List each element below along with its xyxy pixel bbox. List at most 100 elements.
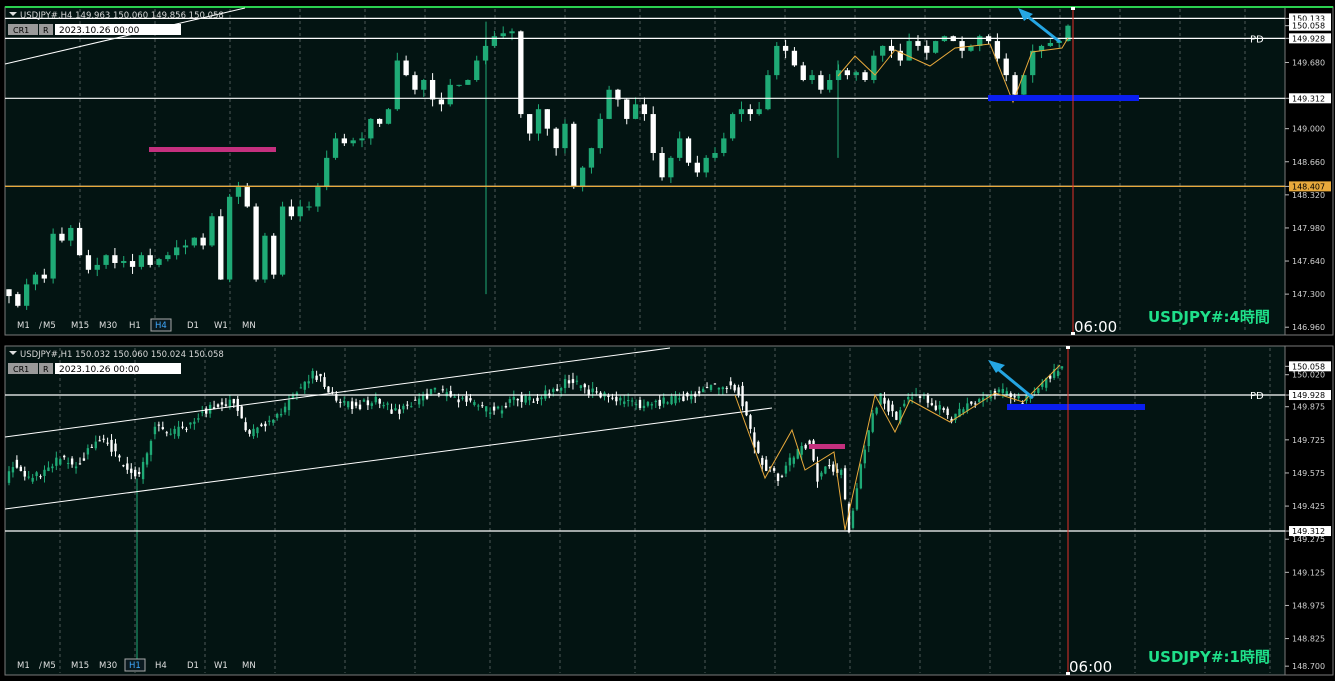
timeframe-MN[interactable]: MN [242,321,256,331]
candle [626,400,630,402]
candle [654,400,657,403]
candle [59,233,65,241]
timeframe-M5[interactable]: M5 [43,661,56,671]
candle [646,401,650,406]
candle [808,440,811,445]
candle [587,389,590,395]
candle [153,426,157,435]
timeframe-M15[interactable]: M15 [71,661,89,671]
candle [283,406,287,413]
candle [421,79,427,90]
candle [339,401,342,403]
candle [98,440,101,442]
symbol-info: USDJPY#,H4 149.963 150.060 149.856 150.0… [20,11,224,21]
candle [804,444,807,449]
candle [306,206,312,208]
candle [181,426,184,428]
candle [504,405,508,408]
y-tick-label: 148.975 [1292,601,1325,610]
timeframe-M15[interactable]: M15 [71,321,89,331]
candle [887,400,890,412]
candle [110,439,113,452]
candle [827,79,833,90]
timeframe-MN[interactable]: MN [242,661,256,671]
timeframe-H4[interactable]: H4 [155,321,167,331]
candle [224,404,228,406]
candle [595,391,598,393]
candle [173,428,176,434]
candle [880,45,886,56]
timeframe-W1[interactable]: W1 [214,661,228,671]
candle [492,406,496,411]
candle [130,468,133,473]
candle [248,430,251,434]
candle [370,403,374,406]
candle [232,399,235,404]
timeframe-M30[interactable]: M30 [99,661,117,671]
candle [907,397,910,400]
candle [19,466,23,472]
timeframe-D1[interactable]: D1 [187,321,199,331]
pd-label: PD [1250,34,1264,45]
candle [377,118,383,124]
candle [220,402,224,405]
candle [469,398,472,401]
candle [55,457,58,466]
candle [650,404,654,406]
candle [800,65,806,80]
candle [461,397,464,399]
candle [47,467,50,472]
candle [145,453,149,465]
candle [741,385,744,407]
candle [862,72,868,80]
candle [191,237,197,246]
candle [642,405,646,409]
candle [398,409,401,414]
candle [1060,366,1064,369]
timeframe-M30[interactable]: M30 [99,321,117,331]
y-tick-label: 148.825 [1292,635,1325,644]
candle [749,415,752,429]
candle [509,31,515,34]
candle [226,196,233,280]
candle [70,458,74,465]
candle [697,391,701,394]
candle [619,397,622,401]
y-tick-label: 149.875 [1292,403,1325,412]
candle [985,395,989,397]
candle [650,114,656,153]
timeframe-M5[interactable]: M5 [43,321,56,331]
y-tick-label: 149.680 [1292,58,1325,67]
chart-canvas[interactable]: 150.133150.058149.928149.680149.312149.0… [0,0,1335,681]
candle [394,408,397,411]
candle [235,187,242,197]
candle [536,397,539,401]
candle [828,464,831,467]
candle [485,406,488,412]
candle [559,387,563,391]
timeframe-W1[interactable]: W1 [214,321,228,331]
candle [588,148,595,168]
candle [670,396,673,405]
candle [236,398,239,411]
candle [800,446,803,455]
timeframe-H1[interactable]: H1 [129,321,141,331]
timeframe-D1[interactable]: D1 [187,661,199,671]
separator: / [39,321,42,331]
timeframe-H1[interactable]: H1 [129,661,141,671]
timeframe-H4[interactable]: H4 [155,661,167,671]
candle [677,138,683,158]
candle [288,206,295,217]
candle [765,459,768,471]
plot-area [4,6,1286,336]
candle [659,152,665,178]
candle [552,389,555,392]
timeframe-M1[interactable]: M1 [17,661,30,671]
candle [445,392,448,397]
y-tick-label: 148.660 [1292,158,1325,167]
timeframe-M1[interactable]: M1 [17,321,30,331]
separator: / [39,661,42,671]
zone-bar-pink [809,444,845,449]
candle [496,406,500,409]
candle [611,397,614,399]
